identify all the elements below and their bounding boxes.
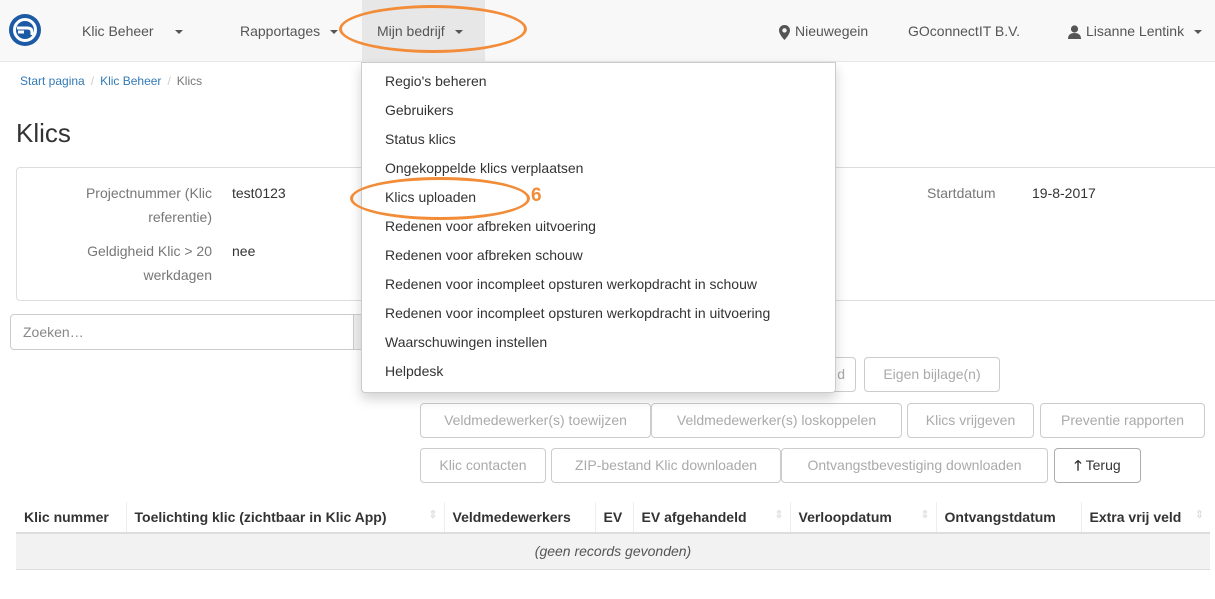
column-header-ev[interactable]: EV	[594, 502, 633, 534]
menu-item-regios-beheren[interactable]: Regio's beheren	[362, 67, 835, 96]
breadcrumb-current: Klics	[176, 74, 203, 88]
empty-table-message: (geen records gevonden)	[16, 533, 1210, 570]
column-header-label: EV	[603, 509, 623, 525]
receipt-download-button[interactable]: Ontvangstbevestiging downloaden	[781, 448, 1048, 483]
navbar: Klic Beheer Rapportages Mijn bedrijf Nie…	[0, 0, 1215, 62]
klic-contacts-label: Klic contacten	[439, 457, 527, 473]
start-date-label: Startdatum	[927, 185, 996, 201]
table-row: (geen records gevonden)	[16, 533, 1210, 570]
annotation-ellipse-mijn-bedrijf	[339, 5, 527, 53]
column-header-label: Veldmedewerkers	[452, 509, 571, 525]
nav-company[interactable]: GOconnectIT B.V.	[904, 0, 1024, 62]
zip-download-button[interactable]: ZIP-bestand Klic downloaden	[551, 448, 781, 483]
validity-label: Geldigheid Klic > 20 werkdagen	[87, 243, 212, 283]
sort-icon: ⇕	[428, 509, 438, 521]
nav-rapportages-label: Rapportages	[240, 23, 321, 39]
user-icon	[1068, 25, 1081, 40]
nav-user-label: Lisanne Lentink	[1086, 23, 1185, 39]
search-input[interactable]	[10, 314, 355, 350]
column-header-label: Verloopdatum	[798, 509, 892, 525]
column-header-label: Toelichting klic (zichtbaar in Klic App)	[134, 509, 387, 525]
breadcrumb: Start pagina / Klic Beheer / Klics	[20, 74, 202, 88]
eigen-bijlage-button[interactable]: Eigen bijlage(n)	[864, 357, 1000, 392]
column-header-klic-nummer[interactable]: Klic nummer	[16, 502, 126, 534]
zip-download-label: ZIP-bestand Klic downloaden	[574, 457, 758, 473]
unlink-fieldworkers-label: Veldmedewerker(s) loskoppelen	[676, 412, 877, 428]
receipt-download-label: Ontvangstbevestiging downloaden	[807, 457, 1022, 473]
nav-location[interactable]: Nieuwegein	[775, 0, 872, 62]
nav-klic-beheer-label: Klic Beheer	[82, 23, 154, 39]
column-header-label: Klic nummer	[24, 509, 109, 525]
nav-klic-beheer[interactable]: Klic Beheer	[78, 0, 187, 62]
column-header-ontvangstdatum[interactable]: Ontvangstdatum	[935, 502, 1081, 534]
start-date-value: 19-8-2017	[1032, 185, 1096, 201]
menu-item-waarschuwingen[interactable]: Waarschuwingen instellen	[362, 328, 835, 357]
release-klics-button[interactable]: Klics vrijgeven	[907, 403, 1034, 438]
column-header-toelichting[interactable]: Toelichting klic (zichtbaar in Klic App)…	[125, 502, 444, 534]
release-klics-label: Klics vrijgeven	[925, 412, 1016, 428]
assign-fieldworkers-label: Veldmedewerker(s) toewijzen	[444, 412, 627, 428]
menu-item-incompleet-schouw[interactable]: Redenen voor incompleet opsturen werkopd…	[362, 270, 835, 299]
breadcrumb-separator: /	[167, 74, 171, 88]
map-marker-icon	[779, 24, 790, 40]
breadcrumb-klic-beheer[interactable]: Klic Beheer	[100, 74, 161, 88]
back-button-label: Terug	[1085, 457, 1121, 473]
mijn-bedrijf-dropdown: Regio's beheren Gebruikers Status klics …	[361, 62, 836, 393]
sort-icon: ⇕	[1194, 509, 1204, 521]
menu-item-status-klics[interactable]: Status klics	[362, 125, 835, 154]
caret-down-icon	[1193, 30, 1202, 35]
nav-location-label: Nieuwegein	[795, 23, 869, 39]
caret-down-icon	[330, 30, 339, 35]
column-header-veldmedewerkers[interactable]: Veldmedewerkers	[443, 502, 595, 534]
project-number-value: test0123	[232, 185, 286, 201]
prevention-reports-button[interactable]: Preventie rapporten	[1040, 403, 1205, 438]
column-header-extra-vrij-veld[interactable]: Extra vrij veld ⇕	[1080, 502, 1210, 534]
menu-item-gebruikers[interactable]: Gebruikers	[362, 96, 835, 125]
column-header-verloopdatum[interactable]: Verloopdatum ⇕	[789, 502, 936, 534]
back-button[interactable]: 🡑 Terug	[1054, 448, 1141, 483]
breadcrumb-separator: /	[90, 74, 95, 88]
arrow-up-icon: 🡑	[1074, 457, 1082, 473]
sort-icon: ⇕	[920, 509, 930, 521]
sort-icon: ⇕	[774, 509, 784, 521]
unlink-fieldworkers-button[interactable]: Veldmedewerker(s) loskoppelen	[651, 403, 902, 438]
menu-item-afbreken-schouw[interactable]: Redenen voor afbreken schouw	[362, 241, 835, 270]
prevention-reports-label: Preventie rapporten	[1061, 412, 1184, 428]
nav-company-label: GOconnectIT B.V.	[908, 23, 1021, 39]
menu-item-incompleet-uitvoering[interactable]: Redenen voor incompleet opsturen werkopd…	[362, 299, 835, 328]
nav-rapportages[interactable]: Rapportages	[236, 0, 342, 62]
klics-table: Klic nummer Toelichting klic (zichtbaar …	[16, 502, 1210, 570]
assign-fieldworkers-button[interactable]: Veldmedewerker(s) toewijzen	[420, 403, 651, 438]
column-header-label: EV afgehandeld	[641, 509, 747, 525]
caret-down-icon	[175, 30, 184, 35]
page-title: Klics	[16, 118, 71, 148]
validity-value: nee	[232, 243, 256, 259]
goconnectit-logo[interactable]	[8, 13, 42, 47]
klic-contacts-button[interactable]: Klic contacten	[420, 448, 546, 483]
annotation-step-number: 6	[531, 185, 542, 206]
eigen-bijlage-label: Eigen bijlage(n)	[883, 366, 981, 382]
menu-item-helpdesk[interactable]: Helpdesk	[362, 357, 835, 386]
partially-hidden-button-label: d	[837, 366, 845, 382]
column-header-label: Ontvangstdatum	[944, 509, 1056, 525]
annotation-ellipse-klics-uploaden	[350, 177, 530, 220]
project-number-label: Projectnummer (Klic referentie)	[85, 185, 212, 225]
breadcrumb-start[interactable]: Start pagina	[20, 74, 85, 88]
table-header-row: Klic nummer Toelichting klic (zichtbaar …	[16, 502, 1210, 534]
column-header-label: Extra vrij veld	[1089, 509, 1182, 525]
nav-user-menu[interactable]: Lisanne Lentink	[1064, 0, 1206, 62]
column-header-ev-afgehandeld[interactable]: EV afgehandeld ⇕	[632, 502, 790, 534]
